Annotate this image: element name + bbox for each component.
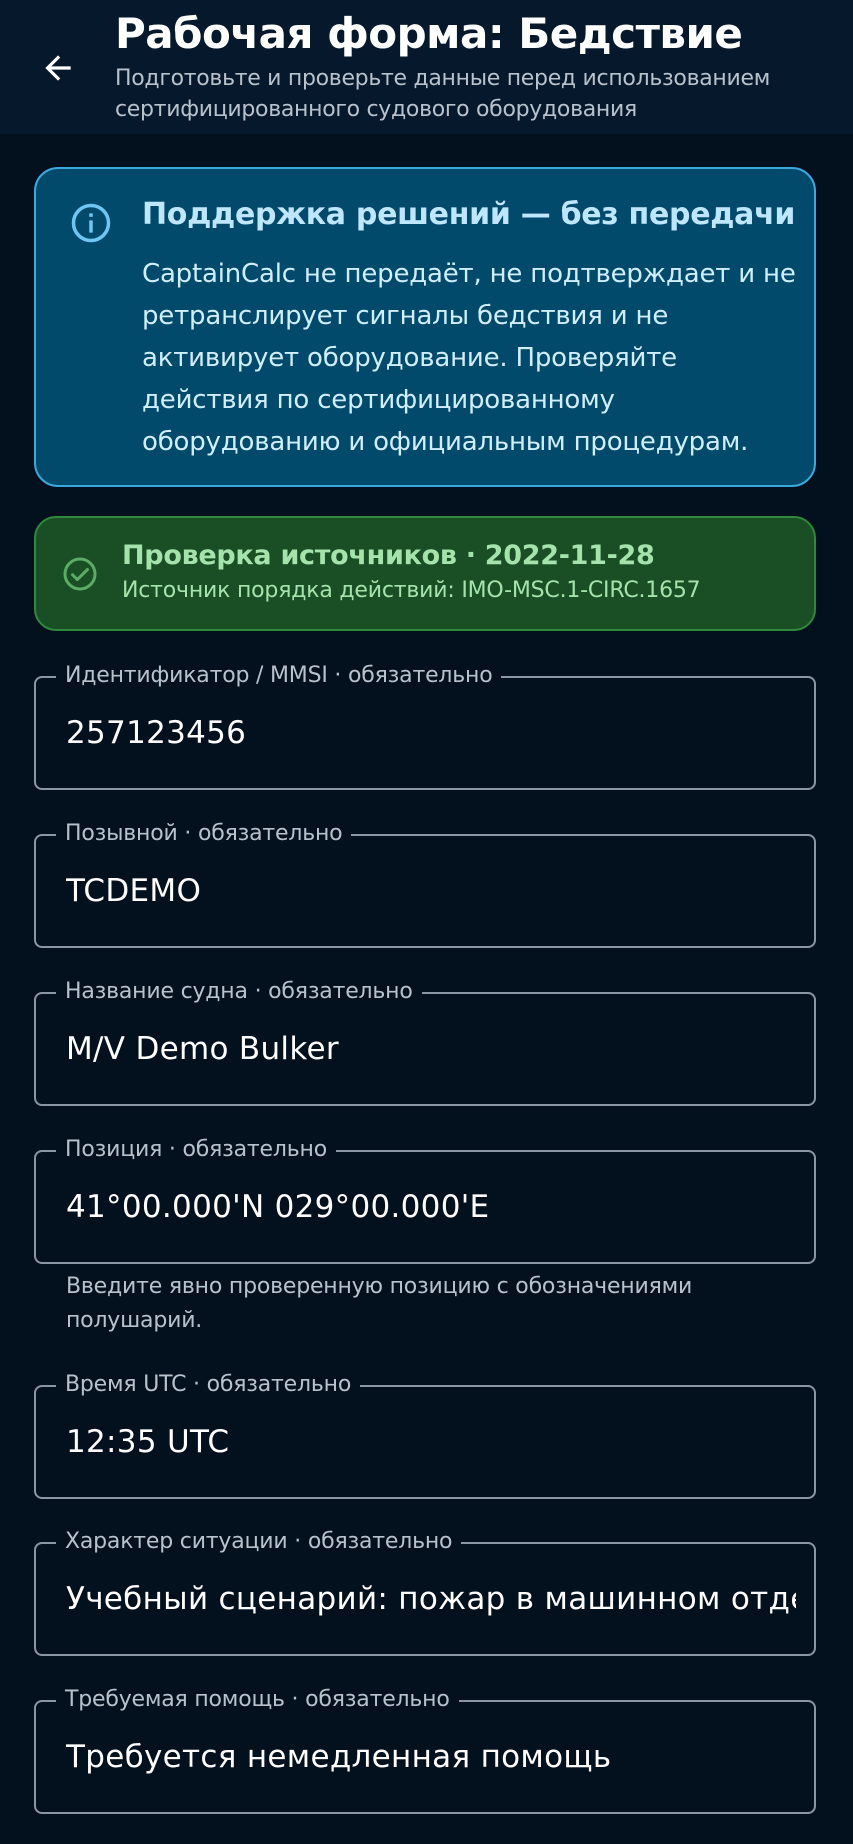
info-card: Поддержка решений — без передачи Captain… [34, 167, 816, 487]
arrow-left-icon [45, 55, 71, 81]
back-button[interactable] [26, 36, 90, 100]
callsign-input[interactable] [66, 836, 796, 946]
position-input[interactable] [66, 1152, 796, 1262]
page-subtitle: Подготовьте и проверьте данные перед исп… [115, 66, 771, 122]
position-field[interactable]: Позиция · обязательно [34, 1135, 816, 1264]
mmsi-field[interactable]: Идентификатор / MMSI · обязательно [34, 661, 816, 790]
source-check-card: Проверка источников · 2022-11-28 Источни… [34, 516, 816, 631]
app-bar: Рабочая форма: Бедствие Подготовьте и пр… [0, 0, 853, 134]
callsign-field[interactable]: Позывной · обязательно [34, 819, 816, 948]
vessel-name-field[interactable]: Название судна · обязательно [34, 977, 816, 1106]
nature-input[interactable] [66, 1544, 796, 1654]
vessel-name-input[interactable] [66, 994, 796, 1104]
info-icon [71, 203, 111, 243]
utc-time-field[interactable]: Время UTC · обязательно [34, 1370, 816, 1499]
page-title: Рабочая форма: Бедствие [115, 9, 743, 58]
mmsi-input[interactable] [66, 678, 796, 788]
info-card-body: CaptainCalc не передаёт, не подтверждает… [142, 259, 796, 457]
nature-field[interactable]: Характер ситуации · обязательно [34, 1527, 816, 1656]
header-titles: Рабочая форма: Бедствие Подготовьте и пр… [115, 8, 835, 125]
source-check-title: Проверка источников · 2022-11-28 [122, 540, 655, 571]
source-check-subtitle: Источник порядка действий: IMO-MSC.1-CIR… [122, 578, 701, 603]
utc-time-input[interactable] [66, 1387, 796, 1497]
info-card-title: Поддержка решений — без передачи [142, 197, 796, 232]
position-helper-text: Введите явно проверенную позицию с обозн… [66, 1274, 693, 1333]
assistance-input[interactable] [66, 1702, 796, 1812]
assistance-field[interactable]: Требуемая помощь · обязательно [34, 1685, 816, 1814]
check-circle-icon [63, 557, 97, 591]
